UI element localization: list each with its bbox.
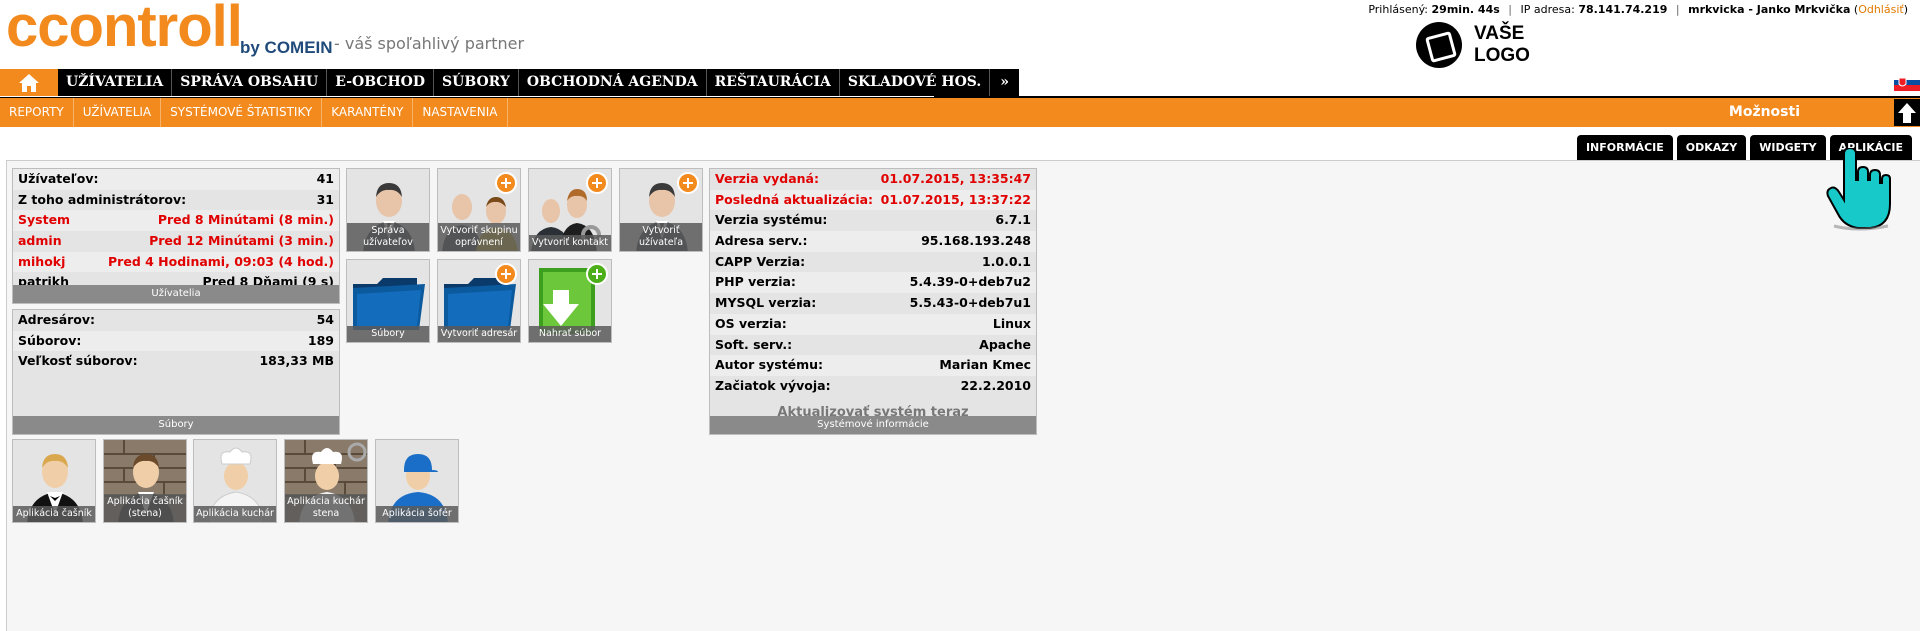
ip-value: 78.141.74.219	[1578, 3, 1668, 16]
tab-widgety[interactable]: WIDGETY	[1750, 135, 1826, 160]
tile-app-casnik-stena[interactable]: Aplikácia čašník (stena)	[103, 439, 187, 523]
nav-subory[interactable]: SÚBORY	[434, 69, 519, 96]
sub-navigation: REPORTY UŽÍVATELIA SYSTÉMOVÉ ŠTATISTIKY …	[0, 97, 1920, 127]
tile-app-kuchar-stena[interactable]: Aplikácia kuchár stena	[284, 439, 368, 523]
logo-by-comein: by COMEIN	[240, 38, 333, 57]
tile-caption: Vytvoriť adresár	[438, 326, 520, 342]
info-row: Autor systému: Marian Kmec	[710, 355, 1036, 376]
tab-informacie[interactable]: INFORMÁCIE	[1576, 135, 1673, 160]
main-navigation: UŽÍVATELIA SPRÁVA OBSAHU E-OBCHOD SÚBORY…	[0, 69, 1920, 97]
tab-odkazy[interactable]: ODKAZY	[1676, 135, 1747, 160]
add-icon	[495, 263, 517, 285]
logged-value: 29min. 44s	[1431, 3, 1500, 16]
info-row: Verzia systému: 6.7.1	[715, 212, 1031, 228]
panel-footer-uzivatelia[interactable]: Užívatelia	[13, 285, 339, 303]
tile-caption: Aplikácia kuchár stena	[285, 494, 367, 522]
company-logo-placeholder: VAŠE LOGO	[1416, 22, 1530, 68]
panel-footer-subory[interactable]: Súbory	[13, 416, 339, 434]
info-row: OS verzia: Linux	[710, 313, 1036, 335]
info-row: Verzia vydaná: 01.07.2015, 13:35:47	[715, 171, 1031, 186]
info-row: Posledná aktualizácia: 01.07.2015, 13:37:…	[710, 189, 1036, 211]
hand-pointer-icon	[1826, 148, 1891, 231]
tile-caption: Vytvoriť kontakt	[529, 235, 611, 251]
stat-row: Užívateľov: 41	[13, 169, 339, 190]
system-info-panel: Verzia vydaná: 01.07.2015, 13:35:47 Posle…	[709, 168, 1037, 435]
options-button[interactable]: Možnosti	[1729, 98, 1800, 127]
add-icon	[586, 172, 608, 194]
stat-row[interactable]: admin Pred 12 Minútami (3 min.)	[13, 231, 339, 252]
info-row: Začiatok vývoja: 22.2.2010	[715, 377, 1031, 393]
add-icon	[586, 263, 608, 285]
subnav-reporty[interactable]: REPORTY	[0, 98, 74, 127]
tile-app-kuchar[interactable]: Aplikácia kuchár	[193, 439, 277, 523]
logo-ccontroll[interactable]: ccontroll	[6, 0, 243, 56]
logo-placeholder-line1: VAŠE	[1474, 23, 1525, 44]
info-row: Soft. serv.: Apache	[715, 336, 1031, 352]
tile-app-sofer[interactable]: Aplikácia šofér	[375, 439, 459, 523]
subnav-nastavenia[interactable]: NASTAVENIA	[413, 98, 508, 127]
logo-placeholder-line2: LOGO	[1474, 45, 1530, 66]
tile-vytvorit-skupinu[interactable]: Vytvoriť skupinu oprávnení	[437, 168, 521, 252]
tile-vytvorit-uzivatela[interactable]: Vytvoriť užívateľa	[619, 168, 703, 252]
stat-row[interactable]: mihokj Pred 4 Hodinami, 09:03 (4 hod.)	[13, 251, 339, 273]
tile-caption: Vytvoriť skupinu oprávnení	[438, 223, 520, 251]
ip-label: IP adresa:	[1520, 3, 1575, 16]
slovak-flag-icon[interactable]	[1894, 74, 1920, 91]
session-info: Prihlásený: 29min. 44s | IP adresa: 78.1…	[1368, 3, 1908, 16]
nav-e-obchod[interactable]: E-OBCHOD	[327, 69, 435, 96]
subnav-karanteny[interactable]: KARANTÉNY	[322, 98, 414, 127]
tile-caption: Aplikácia kuchár	[194, 506, 276, 522]
info-row: Adresa serv.: 95.168.193.248	[710, 231, 1036, 252]
add-icon	[495, 172, 517, 194]
users-panel: Užívateľov: 41 Z toho administrátorov: 31 …	[12, 168, 340, 304]
tile-vytvorit-adresar[interactable]: Vytvoriť adresár	[437, 259, 521, 343]
stat-row: Z toho administrátorov: 31	[18, 191, 334, 207]
subnav-uzivatelia[interactable]: UŽÍVATELIA	[74, 98, 162, 127]
tile-app-casnik[interactable]: Aplikácia čašník	[12, 439, 96, 523]
tile-caption: Vytvoriť užívateľa	[620, 223, 702, 251]
logout-link[interactable]: Odhlásiť	[1858, 3, 1904, 16]
stat-row: Súborov: 189	[13, 330, 339, 352]
tile-caption: Súbory	[347, 326, 429, 342]
scroll-up-button[interactable]	[1894, 99, 1920, 126]
subnav-systemove-statistiky[interactable]: SYSTÉMOVÉ ŠTATISTIKY	[161, 98, 323, 127]
home-button[interactable]	[0, 69, 58, 96]
logged-label: Prihlásený:	[1368, 3, 1429, 16]
tile-caption: Aplikácia čašník (stena)	[104, 494, 186, 522]
tile-sprava-uzivatelov[interactable]: Správa užívateľov	[346, 168, 430, 252]
logo-placeholder-icon	[1416, 22, 1462, 68]
info-row: MYSQL verzia: 5.5.43-0+deb7u1	[715, 295, 1031, 311]
nav-uzivatelia[interactable]: UŽÍVATELIA	[58, 69, 173, 96]
stat-row[interactable]: System Pred 8 Minútami (8 min.)	[13, 210, 339, 232]
tile-vytvorit-kontakt[interactable]: Vytvoriť kontakt	[528, 168, 612, 252]
tile-nahrat-subor[interactable]: Nahrať súbor	[528, 259, 612, 343]
tile-caption: Nahrať súbor	[529, 326, 611, 342]
tile-caption: Správa užívateľov	[347, 223, 429, 251]
user-name: mrkvicka - Janko Mrkvička	[1688, 3, 1851, 16]
panel-footer-system-info[interactable]: Systémové informácie	[710, 416, 1036, 434]
files-panel: Adresárov: 54 Súborov: 189 Veľkosť súborov…	[12, 309, 340, 435]
tagline: - váš spoľahlivý partner	[334, 34, 525, 53]
stat-row: Veľkosť súborov: 183,33 MB	[18, 353, 334, 369]
tile-caption: Aplikácia šofér	[376, 506, 458, 522]
info-row: PHP verzia: 5.4.39-0+deb7u2	[710, 272, 1036, 294]
info-row: CAPP Verzia: 1.0.0.1	[715, 253, 1031, 269]
main-nav-items: UŽÍVATELIA SPRÁVA OBSAHU E-OBCHOD SÚBORY…	[58, 69, 1020, 96]
arrow-up-icon	[1898, 103, 1916, 123]
nav-restauracia[interactable]: REŠTAURÁCIA	[707, 69, 840, 96]
nav-sprava-obsahu[interactable]: SPRÁVA OBSAHU	[172, 69, 328, 96]
tile-subory[interactable]: Súbory	[346, 259, 430, 343]
stat-row: Adresárov: 54	[18, 312, 334, 327]
home-icon	[19, 74, 39, 92]
nav-obchodna-agenda[interactable]: OBCHODNÁ AGENDA	[519, 69, 707, 96]
tile-caption: Aplikácia čašník	[13, 506, 95, 522]
add-icon	[677, 172, 699, 194]
